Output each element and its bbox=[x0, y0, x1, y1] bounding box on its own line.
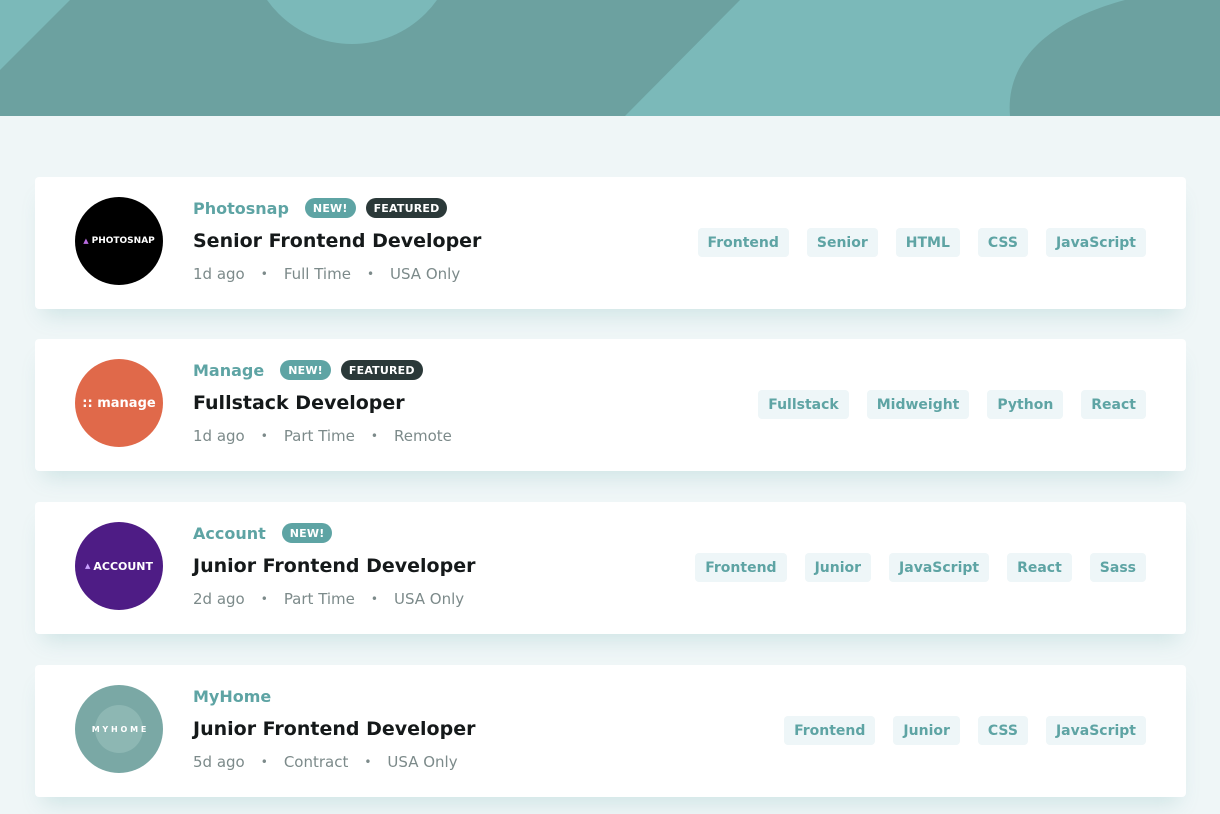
header-pattern bbox=[0, 0, 1220, 116]
company-logo: M Y H O M E bbox=[75, 685, 163, 773]
new-badge: NEW! bbox=[281, 523, 333, 543]
filter-tag[interactable]: Midweight bbox=[866, 390, 970, 419]
filter-tag[interactable]: Senior bbox=[806, 228, 878, 257]
header-banner bbox=[0, 0, 1220, 116]
contract-type: Part Time bbox=[283, 427, 355, 445]
filter-tag[interactable]: Frontend bbox=[695, 553, 787, 582]
filter-tag[interactable]: Junior bbox=[893, 716, 960, 745]
company-logo: :: manage bbox=[75, 359, 163, 447]
filter-tag[interactable]: Junior bbox=[804, 553, 872, 582]
separator-dot: • bbox=[364, 755, 372, 769]
separator-dot: • bbox=[370, 592, 378, 606]
job-meta: 1d ago • Full Time • USA Only bbox=[193, 265, 460, 283]
job-position[interactable]: Junior Frontend Developer bbox=[193, 718, 475, 740]
separator-dot: • bbox=[366, 267, 375, 281]
filter-tag[interactable]: CSS bbox=[977, 716, 1028, 745]
job-card: ▲ PHOTOSNAP Photosnap NEW! FEATURED Senior Fr… bbox=[35, 177, 1186, 309]
filter-tag[interactable]: CSS bbox=[977, 228, 1028, 257]
job-card: M Y H O M E MyHome Junior Frontend Develop… bbox=[35, 665, 1186, 797]
separator-dot: • bbox=[260, 755, 268, 769]
posted-at: 2d ago bbox=[193, 590, 245, 608]
job-meta: 5d ago • Contract • USA Only bbox=[193, 753, 458, 771]
posted-at: 1d ago bbox=[193, 265, 245, 283]
company-name: Photosnap bbox=[193, 198, 289, 218]
company-logo-text: ACCOUNT bbox=[93, 559, 154, 573]
filter-tag[interactable]: JavaScript bbox=[1045, 716, 1146, 745]
filter-tag[interactable]: React bbox=[1007, 553, 1072, 582]
filter-tag[interactable]: HTML bbox=[895, 228, 960, 257]
job-tags: Frontend Junior CSS JavaScript bbox=[784, 716, 1146, 745]
separator-dot: • bbox=[260, 592, 268, 606]
logo-triangle-icon: ▲ bbox=[84, 562, 91, 570]
job-position[interactable]: Junior Frontend Developer bbox=[193, 555, 475, 577]
company-logo: ▲ ACCOUNT bbox=[75, 522, 163, 610]
featured-badge: FEATURED bbox=[365, 198, 448, 218]
filter-tag[interactable]: JavaScript bbox=[889, 553, 990, 582]
company-logo: ▲ PHOTOSNAP bbox=[75, 197, 163, 285]
filter-tag[interactable]: JavaScript bbox=[1045, 228, 1146, 257]
filter-tag[interactable]: Python bbox=[987, 390, 1064, 419]
logo-triangle-icon: ▲ bbox=[83, 237, 89, 245]
job-location: USA Only bbox=[387, 753, 458, 771]
job-position[interactable]: Fullstack Developer bbox=[193, 392, 405, 414]
contract-type: Full Time bbox=[283, 265, 351, 283]
separator-dot: • bbox=[260, 429, 268, 443]
job-location: USA Only bbox=[390, 265, 461, 283]
logo-mark: ▲ PHOTOSNAP bbox=[83, 236, 155, 246]
contract-type: Contract bbox=[283, 753, 349, 771]
new-badge: NEW! bbox=[280, 360, 331, 380]
job-position[interactable]: Senior Frontend Developer bbox=[193, 230, 481, 252]
company-row: MyHome bbox=[193, 685, 277, 707]
separator-dot: • bbox=[370, 429, 378, 443]
company-row: Account NEW! bbox=[193, 522, 333, 544]
new-badge: NEW! bbox=[304, 198, 356, 218]
filter-tag[interactable]: Fullstack bbox=[758, 390, 849, 419]
job-location: Remote bbox=[393, 427, 452, 445]
company-logo-text: M Y H O M E bbox=[91, 724, 147, 734]
job-card: ▲ ACCOUNT Account NEW! Junior Frontend Devel… bbox=[35, 502, 1186, 634]
job-tags: Fullstack Midweight Python React bbox=[758, 390, 1146, 419]
filter-tag[interactable]: React bbox=[1081, 390, 1146, 419]
featured-badge: FEATURED bbox=[340, 360, 423, 380]
contract-type: Part Time bbox=[283, 590, 355, 608]
company-name: Account bbox=[193, 523, 266, 543]
posted-at: 5d ago bbox=[193, 753, 245, 771]
company-row: Manage NEW! FEATURED bbox=[193, 359, 423, 381]
filter-tag[interactable]: Sass bbox=[1089, 553, 1146, 582]
job-location: USA Only bbox=[393, 590, 465, 608]
job-meta: 1d ago • Part Time • Remote bbox=[193, 427, 452, 445]
company-name: Manage bbox=[193, 360, 265, 380]
company-row: Photosnap NEW! FEATURED bbox=[193, 197, 448, 219]
company-name: MyHome bbox=[193, 686, 272, 706]
separator-dot: • bbox=[260, 267, 268, 281]
job-tags: Frontend Senior HTML CSS JavaScript bbox=[697, 228, 1146, 257]
filter-tag[interactable]: Frontend bbox=[784, 716, 876, 745]
posted-at: 1d ago bbox=[193, 427, 245, 445]
job-card: :: manage Manage NEW! FEATUREDFullstack Dev… bbox=[35, 339, 1186, 471]
company-logo-text: PHOTOSNAP bbox=[91, 236, 155, 246]
company-logo-text: :: manage bbox=[82, 395, 156, 411]
job-meta: 2d ago • Part Time • USA Only bbox=[193, 590, 464, 608]
filter-tag[interactable]: Frontend bbox=[697, 228, 789, 257]
logo-mark: ▲ ACCOUNT bbox=[85, 560, 153, 573]
job-tags: Frontend Junior JavaScript React Sass bbox=[695, 553, 1146, 582]
